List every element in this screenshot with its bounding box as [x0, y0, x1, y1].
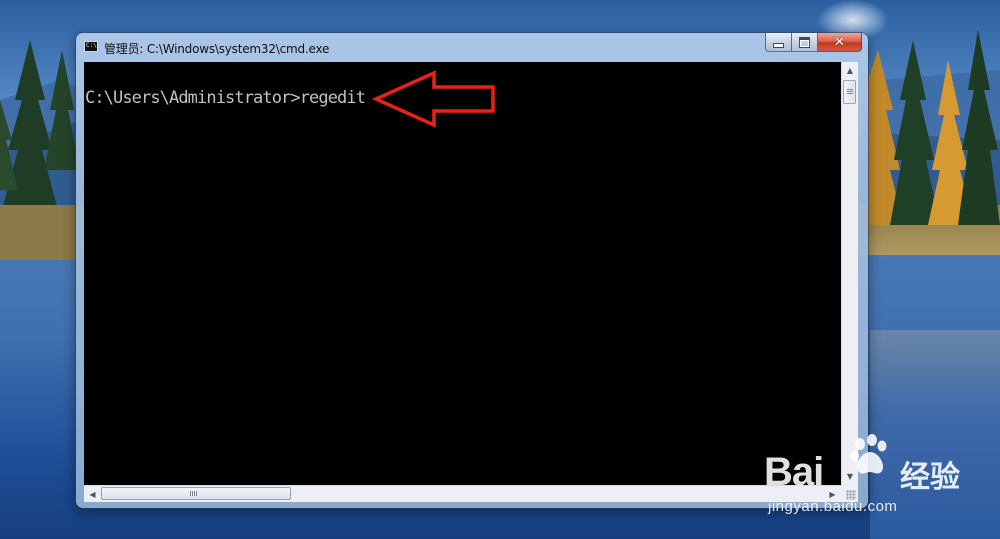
console-command-line: C:\Users\Administrator>regedit — [85, 88, 366, 108]
vertical-scrollbar[interactable]: ▲ ▼ — [841, 62, 858, 485]
maximize-button[interactable] — [792, 33, 818, 52]
baidu-jingyan-url: jingyan.baidu.com — [768, 498, 898, 515]
baidu-paw-icon — [851, 434, 887, 474]
close-button[interactable]: ✕ — [818, 33, 862, 52]
window-title: 管理员: C:\Windows\system32\cmd.exe — [104, 42, 330, 56]
red-arrow-icon — [372, 70, 495, 128]
grip-icon — [190, 491, 197, 496]
cmd-icon-text: C:\ — [86, 42, 97, 49]
minimize-button[interactable] — [765, 33, 792, 52]
caption-buttons: ✕ — [765, 33, 862, 53]
scroll-left-button[interactable]: ◀ — [84, 486, 101, 502]
baidu-jingyan-watermark: Bai 经验 jingyan.baidu.com — [760, 430, 1000, 539]
scroll-up-button[interactable]: ▲ — [842, 62, 858, 79]
wallpaper-trees-right — [868, 30, 1000, 225]
close-icon: ✕ — [834, 34, 845, 50]
grip-icon — [847, 89, 853, 95]
baidu-logo-text: Bai — [764, 450, 824, 494]
cmd-window-icon[interactable]: C:\ — [84, 41, 98, 52]
maximize-icon — [799, 36, 810, 48]
wallpaper-trees-left — [0, 40, 80, 260]
title-bar[interactable]: C:\ 管理员: C:\Windows\system32\cmd.exe ✕ — [76, 33, 868, 61]
minimize-icon — [773, 42, 784, 48]
baidu-jingyan-text: 经验 — [900, 460, 960, 495]
horizontal-scroll-thumb[interactable] — [101, 487, 291, 500]
vertical-scroll-thumb[interactable] — [843, 80, 856, 104]
horizontal-scrollbar[interactable]: ◀ ▶ — [84, 485, 841, 502]
